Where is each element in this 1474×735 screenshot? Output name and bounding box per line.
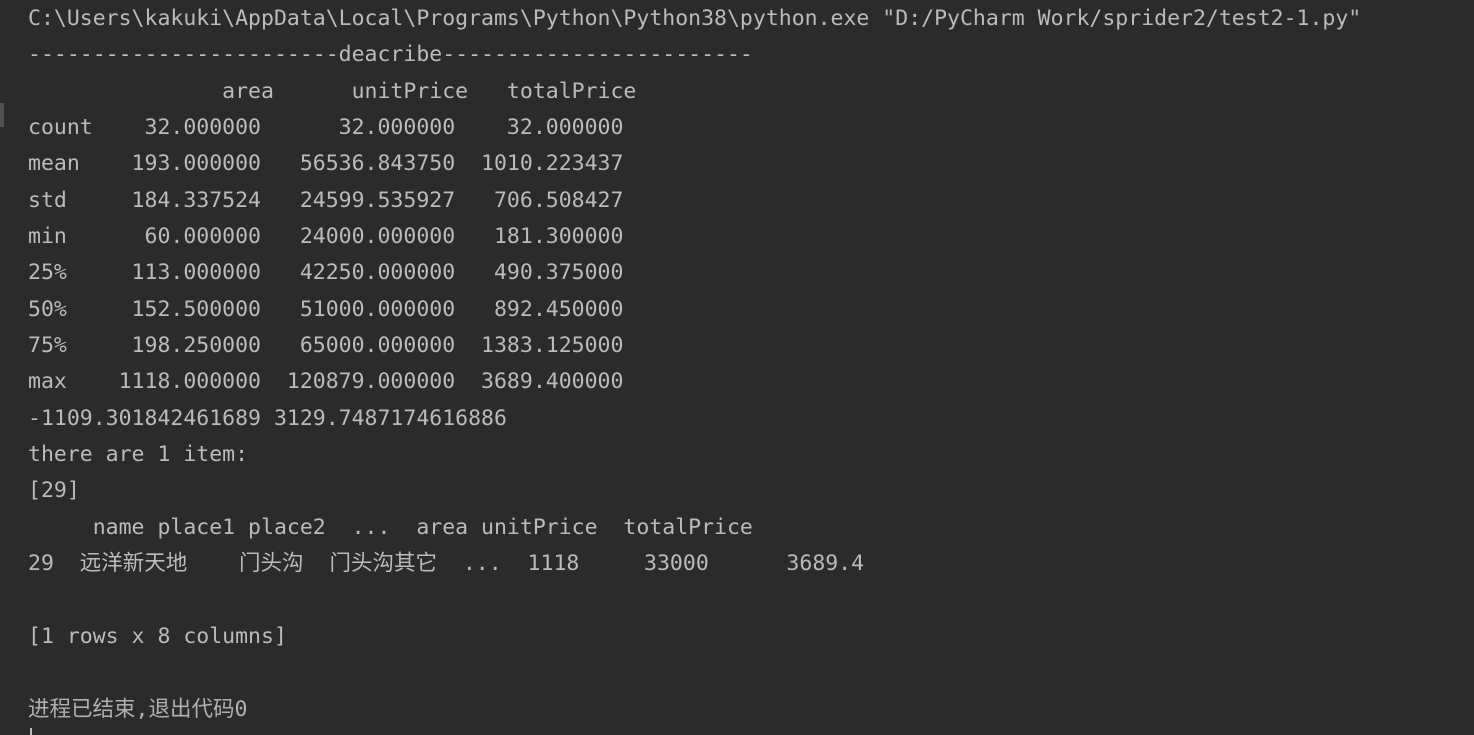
run-console[interactable]: C:\Users\kakuki\AppData\Local\Programs\P… xyxy=(0,0,1474,735)
command-line: C:\Users\kakuki\AppData\Local\Programs\P… xyxy=(28,6,1362,31)
describe-row-min: min 60.000000 24000.000000 181.300000 xyxy=(28,224,624,250)
describe-row-std: std 184.337524 24599.535927 706.508427 xyxy=(28,187,624,213)
describe-header: ------------------------deacribe--------… xyxy=(28,42,753,68)
result-row-line: 29 远洋新天地 门头沟 门头沟其它 ... 1118 33000 3689.4 xyxy=(28,551,865,577)
describe-row-max: max 1118.000000 120879.000000 3689.40000… xyxy=(28,369,624,395)
bounds-line: -1109.301842461689 3129.7487174616886 xyxy=(28,405,507,431)
process-exit-line: 进程已结束,退出代码0 xyxy=(28,696,248,722)
console-output[interactable]: C:\Users\kakuki\AppData\Local\Programs\P… xyxy=(28,0,1468,727)
scroll-marker xyxy=(0,103,4,127)
text-caret xyxy=(30,728,32,735)
index-list-line: [29] xyxy=(28,478,80,504)
shape-line: [1 rows x 8 columns] xyxy=(28,623,287,649)
describe-row-25pct: 25% 113.000000 42250.000000 490.375000 xyxy=(28,260,624,286)
describe-table-header: area unitPrice totalPrice xyxy=(28,78,637,104)
describe-row-mean: mean 193.000000 56536.843750 1010.223437 xyxy=(28,151,624,177)
result-header-line: name place1 place2 ... area unitPrice to… xyxy=(28,514,753,540)
describe-row-50pct: 50% 152.500000 51000.000000 892.450000 xyxy=(28,296,624,322)
item-count-line: there are 1 item: xyxy=(28,442,249,468)
describe-row-count: count 32.000000 32.000000 32.000000 xyxy=(28,115,624,141)
describe-row-75pct: 75% 198.250000 65000.000000 1383.125000 xyxy=(28,333,624,359)
